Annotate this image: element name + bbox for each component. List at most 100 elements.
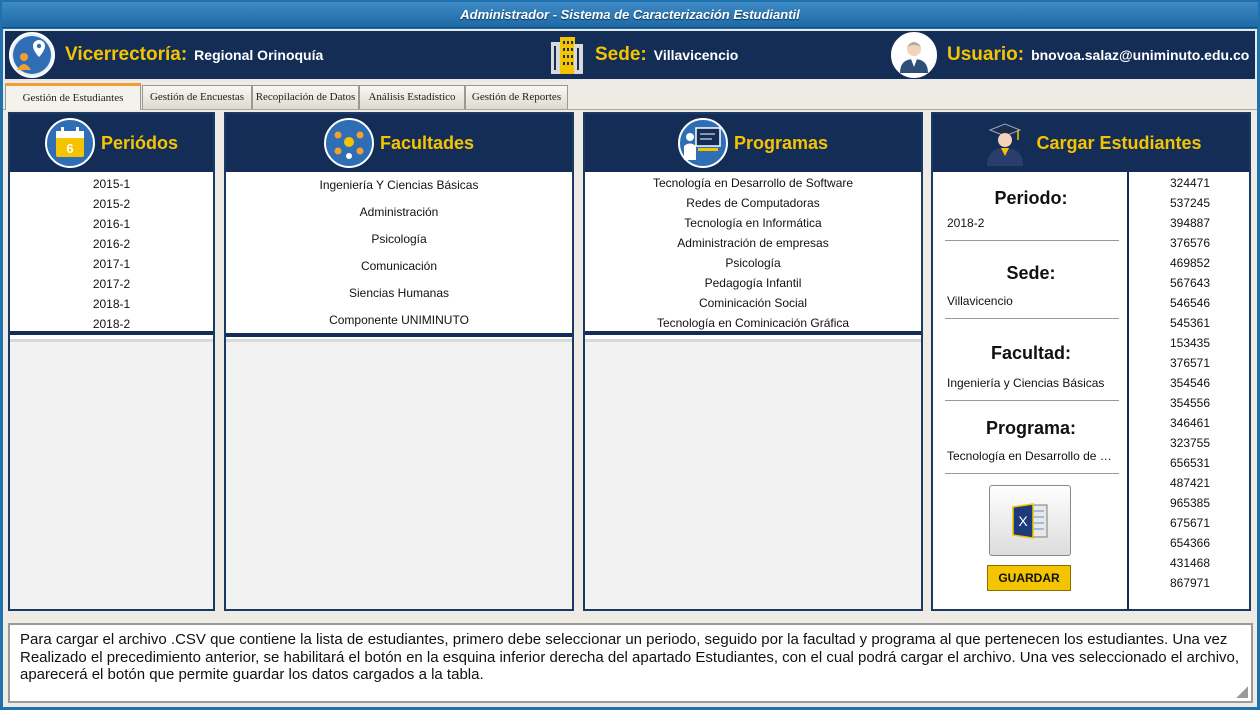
list-item: 487421 — [1169, 476, 1211, 490]
facultades-list: Ingeniería Y Ciencias Básicas Administra… — [226, 172, 572, 337]
programas-header: Programas — [585, 114, 921, 172]
cargar-title: Cargar Estudiantes — [1036, 132, 1202, 153]
list-item[interactable]: Siencias Humanas — [226, 283, 572, 310]
facultad-field-label: Facultad: — [990, 343, 1071, 363]
tab-gestion-reportes[interactable]: Gestión de Reportes — [465, 85, 568, 109]
tab-bar: Gestión de Estudiantes Gestión de Encues… — [3, 82, 1257, 110]
list-item: 654366 — [1169, 536, 1211, 550]
periodos-panel: 6 Periódos 2015-1 2015-2 2016-1 2016-2 2… — [8, 112, 215, 611]
list-item[interactable]: Administración de empresas — [585, 233, 921, 253]
list-item[interactable]: 2015-2 — [10, 194, 213, 214]
list-item: 567643 — [1169, 276, 1211, 290]
list-item[interactable]: Redes de Computadoras — [585, 193, 921, 213]
usuario-group: Usuario: bnovoa.salaz@uniminuto.edu.co — [891, 31, 1249, 79]
list-item[interactable]: 2018-2 — [10, 314, 213, 334]
separator — [945, 318, 1119, 319]
graduate-icon — [980, 118, 1030, 168]
list-item[interactable]: Tecnología en Desarrollo de Software — [585, 173, 921, 193]
sede-group: Sede: Villavicencio — [549, 31, 738, 79]
header-bar: Vicerrectoría: Regional Orinoquía Sede: … — [3, 29, 1257, 81]
tab-gestion-encuestas[interactable]: Gestión de Encuestas — [142, 85, 252, 109]
tab-recopilacion-datos[interactable]: Recopilación de Datos — [252, 85, 359, 109]
list-item: 537245 — [1169, 196, 1211, 210]
vicerrectoria-label: Vicerrectoría: — [65, 44, 188, 65]
list-item[interactable]: Psicología — [226, 229, 572, 256]
programas-list: Tecnología en Desarrollo de Software Red… — [585, 172, 921, 335]
sede-value: Villavicencio — [653, 47, 739, 63]
periodos-lower-area — [10, 339, 213, 609]
tab-analisis-estadistico[interactable]: Análisis Estadístico — [359, 85, 465, 109]
programa-field-value: Tecnología en Desarrollo de Software — [947, 449, 1119, 463]
list-item[interactable]: Administración — [226, 202, 572, 229]
teacher-board-icon — [677, 118, 728, 168]
list-item[interactable]: 2018-1 — [10, 294, 213, 314]
calendar-number: 6 — [66, 141, 73, 156]
client-area: Vicerrectoría: Regional Orinoquía Sede: … — [3, 29, 1257, 707]
vicerrectoria-value: Regional Orinoquía — [194, 47, 324, 63]
programas-panel: Programas Tecnología en Desarrollo de So… — [583, 112, 923, 611]
list-item: 354556 — [1169, 396, 1211, 410]
list-item: 965385 — [1169, 496, 1211, 510]
periodo-field-value: 2018-2 — [947, 216, 985, 230]
sede-label: Sede: — [595, 44, 647, 65]
programas-title: Programas — [733, 132, 829, 153]
periodos-list: 2015-1 2015-2 2016-1 2016-2 2017-1 2017-… — [10, 172, 213, 335]
list-item[interactable]: 2016-2 — [10, 234, 213, 254]
facultades-header: Facultades — [226, 114, 572, 172]
instructions-text: Para cargar el archivo .CSV que contiene… — [20, 631, 1240, 683]
excel-icon: X — [1009, 501, 1051, 541]
separator — [945, 240, 1119, 241]
list-item[interactable]: 2015-1 — [10, 174, 213, 194]
list-item: 867971 — [1169, 576, 1211, 590]
list-item: 346461 — [1169, 416, 1211, 430]
periodo-field-label: Periodo: — [994, 188, 1068, 208]
list-item: 656531 — [1169, 456, 1211, 470]
guardar-button[interactable]: GUARDAR — [987, 565, 1071, 591]
list-item[interactable]: Pedagogía Infantil — [585, 273, 921, 293]
list-item[interactable]: Psicología — [585, 253, 921, 273]
list-item[interactable]: Componente UNIMINUTO — [226, 310, 572, 337]
faculty-people-icon — [323, 118, 374, 168]
periodos-title: Periódos — [100, 132, 179, 153]
separator — [945, 400, 1119, 401]
list-item: 431468 — [1169, 556, 1211, 570]
list-item[interactable]: Tecnología en Informática — [585, 213, 921, 233]
instructions-textarea[interactable]: Para cargar el archivo .CSV que contiene… — [8, 623, 1253, 703]
tab-gestion-estudiantes[interactable]: Gestión de Estudiantes — [5, 83, 141, 110]
list-item: 394887 — [1169, 216, 1211, 230]
list-item: 153435 — [1169, 336, 1211, 350]
programas-lower-area — [585, 339, 921, 609]
list-item[interactable]: Cominicación Social — [585, 293, 921, 313]
list-item: 675671 — [1169, 516, 1211, 530]
list-item[interactable]: 2016-1 — [10, 214, 213, 234]
list-item[interactable]: Ingeniería Y Ciencias Básicas — [226, 175, 572, 202]
sede-field-label: Sede: — [1006, 263, 1056, 283]
separator — [945, 473, 1119, 474]
excel-letter: X — [1018, 513, 1028, 529]
list-item: 546546 — [1169, 296, 1211, 310]
app-window: Administrador - Sistema de Caracterizaci… — [0, 0, 1260, 710]
building-icon — [549, 36, 585, 74]
location-person-icon — [9, 32, 55, 78]
load-csv-button[interactable]: X — [989, 485, 1071, 556]
programa-field-label: Programa: — [985, 418, 1077, 438]
facultades-title: Facultades — [379, 132, 475, 153]
student-ids-list: 324471 537245 394887 376576 469852 56764… — [1131, 172, 1249, 609]
list-item[interactable]: 2017-1 — [10, 254, 213, 274]
usuario-label: Usuario: — [947, 44, 1025, 65]
list-item[interactable]: 2017-2 — [10, 274, 213, 294]
facultades-panel: Facultades Ingeniería Y Ciencias Básicas… — [224, 112, 574, 611]
facultades-lower-area — [226, 339, 572, 609]
user-avatar-icon — [891, 32, 937, 78]
usuario-value: bnovoa.salaz@uniminuto.edu.co — [1031, 47, 1250, 63]
list-item: 323755 — [1169, 436, 1211, 450]
resize-grip-icon[interactable] — [1236, 686, 1248, 698]
list-item: 376571 — [1169, 356, 1211, 370]
cargar-header: Cargar Estudiantes — [933, 114, 1249, 172]
sede-field-value: Villavicencio — [947, 294, 1013, 308]
list-item: 354546 — [1169, 376, 1211, 390]
list-item[interactable]: Comunicación — [226, 256, 572, 283]
vicerrectoria-group: Vicerrectoría: Regional Orinoquía — [9, 31, 323, 79]
cargar-panel: Cargar Estudiantes Periodo: 2018-2 Sede:… — [931, 112, 1251, 611]
list-item[interactable]: Tecnología en Cominicación Gráfica — [585, 313, 921, 333]
